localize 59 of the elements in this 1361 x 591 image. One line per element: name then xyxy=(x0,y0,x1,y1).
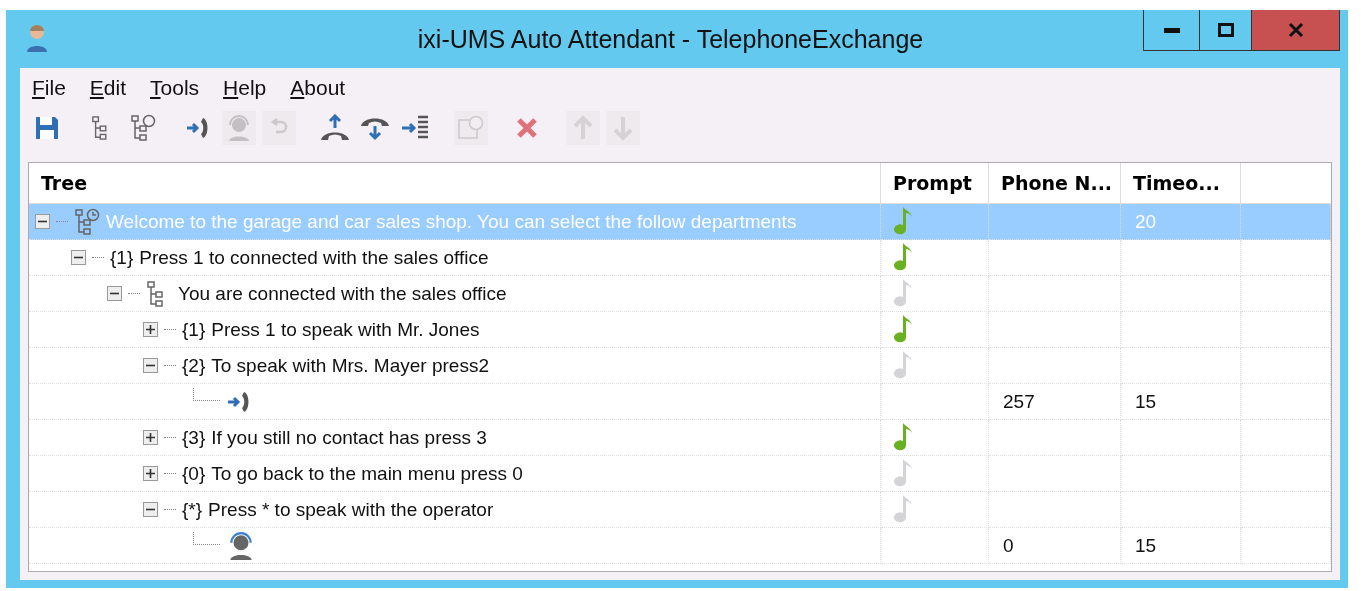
tree-item[interactable]: Press 1 to speak with Mr. Jones xyxy=(211,318,480,341)
menu-item[interactable]: Tools xyxy=(142,74,212,102)
expand-toggle[interactable] xyxy=(143,466,158,481)
tree-cell[interactable] xyxy=(29,528,881,564)
tree-cell[interactable]: You are connected with the sales office xyxy=(29,276,881,312)
plus-icon xyxy=(146,325,155,334)
tree-item[interactable]: Press * to speak with the operator xyxy=(208,498,494,521)
tree-item[interactable]: Press 1 to connected with the sales office xyxy=(139,246,489,269)
plus-icon xyxy=(146,469,155,478)
tree-cell[interactable]: {*} Press * to speak with the operator xyxy=(29,492,881,528)
menu-item[interactable]: Help xyxy=(215,74,279,102)
key-digit: {*} xyxy=(182,498,203,521)
minimize-icon xyxy=(1163,27,1180,33)
collapse-toggle[interactable] xyxy=(143,358,158,373)
down-arrow-icon xyxy=(612,115,634,141)
maximize-icon xyxy=(1217,23,1234,37)
timeout-value: 15 xyxy=(1134,534,1157,557)
key-digit: {1} xyxy=(182,318,206,341)
window-title: ixi-UMS Auto Attendant - TelephoneExchange xyxy=(416,24,925,55)
expand-toggle[interactable] xyxy=(143,430,158,445)
collapse-toggle[interactable] xyxy=(143,502,158,517)
column-header[interactable]: Tree xyxy=(29,163,881,204)
tree-item[interactable]: To speak with Mrs. Mayer press2 xyxy=(211,354,489,377)
column-header[interactable]: Timeo... xyxy=(1121,163,1241,204)
tree-clock-icon xyxy=(129,114,157,142)
close-icon xyxy=(1287,22,1304,38)
key-digit: {1} xyxy=(110,246,134,269)
key-digit: {2} xyxy=(182,354,206,377)
key-digit: {0} xyxy=(182,462,206,485)
tree-cell[interactable] xyxy=(29,384,881,420)
timeout-value: 15 xyxy=(1134,390,1157,413)
save-icon xyxy=(34,115,60,141)
delete-icon xyxy=(515,116,539,140)
tree-cell[interactable]: {1} Press 1 to speak with Mr. Jones xyxy=(29,312,881,348)
expand-toggle[interactable] xyxy=(143,322,158,337)
phone-up-icon xyxy=(319,114,351,142)
collapse-toggle[interactable] xyxy=(71,250,86,265)
tree-item[interactable]: You are connected with the sales office xyxy=(178,282,507,305)
tree-cell[interactable]: {2} To speak with Mrs. Mayer press2 xyxy=(29,348,881,384)
column-header[interactable]: Phone N... xyxy=(989,163,1121,204)
collapse-toggle[interactable] xyxy=(35,214,50,229)
menu-item[interactable]: About xyxy=(282,74,358,102)
phone-number: 0 xyxy=(1002,534,1014,557)
collapse-toggle[interactable] xyxy=(107,286,122,301)
timeout-value: 20 xyxy=(1134,210,1157,233)
user-avatar-icon xyxy=(26,23,48,53)
column-header[interactable]: Prompt xyxy=(881,163,989,204)
up-arrow-icon xyxy=(572,115,594,141)
key-digit: {3} xyxy=(182,426,206,449)
menu-item[interactable]: Edit xyxy=(81,74,139,102)
tree-cell[interactable]: {1} Press 1 to connected with the sales office xyxy=(29,240,881,276)
phone-number: 257 xyxy=(1002,390,1035,413)
tree-cell[interactable]: {3} If you still no contact has press 3 xyxy=(29,420,881,456)
menu-item[interactable]: File xyxy=(24,74,78,102)
tree-clock-icon xyxy=(74,207,100,236)
tree-item[interactable]: If you still no contact has press 3 xyxy=(211,426,487,449)
tree-cell[interactable]: {0} To go back to the main menu press 0 xyxy=(29,456,881,492)
plus-icon xyxy=(146,433,155,442)
tree-item[interactable]: To go back to the main menu press 0 xyxy=(211,462,523,485)
